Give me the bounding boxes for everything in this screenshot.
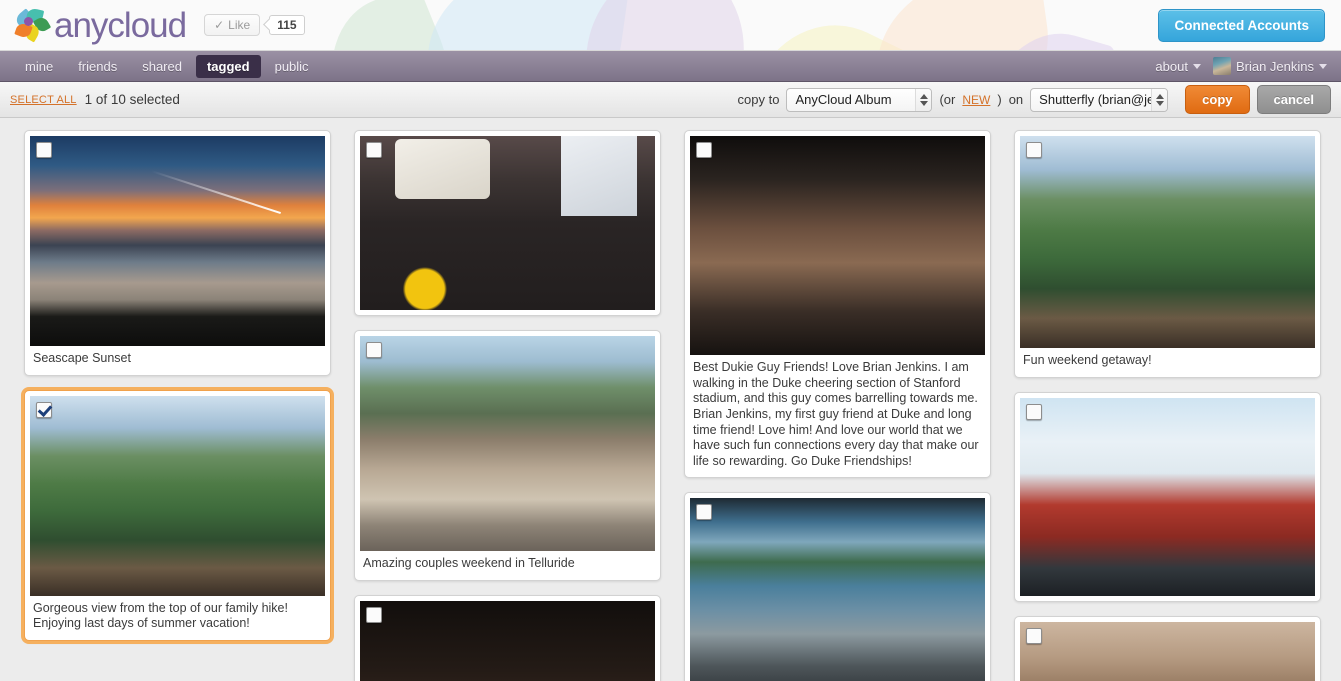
nav-item-public[interactable]: public — [264, 55, 320, 78]
service-select-value: Shutterfly (brian@jer — [1039, 92, 1152, 107]
photo-checkbox[interactable] — [696, 504, 712, 521]
card-sepia-photo[interactable] — [1014, 615, 1321, 681]
like-count-badge: 115 — [269, 15, 305, 35]
stepper-arrows-icon[interactable] — [1151, 88, 1168, 111]
photo-thumbnail[interactable] — [30, 136, 325, 346]
photo-checkbox[interactable] — [1026, 627, 1042, 644]
copy-controls: copy to AnyCloud Album (or NEW ) on Shut… — [738, 85, 1331, 114]
nav-item-tagged[interactable]: tagged — [195, 54, 261, 78]
photo-thumbnail[interactable] — [360, 600, 655, 681]
card-weekend-getaway[interactable]: Fun weekend getaway! — [1014, 130, 1321, 378]
photo-grid: Seascape Sunset Gorgeous view from the to… — [0, 118, 1341, 681]
photo-caption: Best Dukie Guy Friends! Love Brian Jenki… — [693, 360, 979, 468]
card-duke-friends[interactable]: Best Dukie Guy Friends! Love Brian Jenki… — [684, 130, 991, 479]
chevron-down-icon — [1192, 63, 1201, 69]
card-family-hike[interactable]: Gorgeous view from the top of our family… — [24, 389, 331, 641]
photo-checkbox[interactable] — [36, 142, 52, 158]
photo-checkbox[interactable] — [1026, 142, 1042, 158]
like-button[interactable]: ✓ Like — [204, 14, 261, 36]
new-album-link[interactable]: NEW — [962, 93, 990, 107]
nav-right-group: about Brian Jenkins — [1155, 57, 1327, 75]
check-icon: ✓ — [214, 18, 225, 32]
card-lake-boat[interactable] — [684, 492, 991, 681]
photo-column: Seascape Sunset Gorgeous view from the to… — [24, 130, 331, 681]
album-select-value: AnyCloud Album — [795, 92, 892, 107]
on-label: on — [1008, 92, 1024, 107]
album-select[interactable]: AnyCloud Album — [786, 87, 933, 112]
nav-item-mine[interactable]: mine — [14, 55, 64, 78]
about-menu[interactable]: about — [1155, 59, 1201, 74]
photo-thumbnail[interactable] — [1020, 136, 1315, 348]
photo-checkbox[interactable] — [366, 606, 382, 623]
app-header: anycloud ✓ Like 115 Connected Accounts — [0, 0, 1341, 51]
photo-thumbnail[interactable] — [1020, 397, 1315, 596]
or-open-paren: (or — [939, 92, 956, 107]
photo-thumbnail[interactable] — [690, 498, 985, 681]
photo-checkbox[interactable] — [696, 142, 712, 158]
card-ski-day[interactable] — [1014, 391, 1321, 602]
photo-caption: Gorgeous view from the top of our family… — [33, 600, 288, 631]
card-giants-game[interactable] — [354, 130, 661, 316]
select-all-link[interactable]: SELECT ALL — [10, 94, 77, 106]
photo-thumbnail[interactable] — [1020, 621, 1315, 681]
chevron-down-icon — [1319, 63, 1327, 69]
nav-item-friends[interactable]: friends — [67, 55, 128, 78]
service-select[interactable]: Shutterfly (brian@jer — [1030, 87, 1169, 112]
card-telluride-couples[interactable]: Amazing couples weekend in Telluride — [354, 330, 661, 581]
photo-caption: Seascape Sunset — [33, 351, 131, 365]
card-seascape-sunset[interactable]: Seascape Sunset — [24, 130, 331, 376]
or-close-paren: ) — [997, 92, 1002, 107]
photo-thumbnail[interactable] — [690, 136, 985, 355]
cancel-button[interactable]: cancel — [1256, 85, 1331, 114]
pinwheel-logo-icon — [13, 7, 52, 43]
avatar — [1212, 57, 1231, 75]
photo-checkbox[interactable] — [1026, 403, 1042, 420]
photo-thumbnail[interactable] — [360, 136, 655, 310]
selected-count-label: 1 of 10 selected — [84, 92, 180, 107]
user-menu[interactable]: Brian Jenkins — [1212, 57, 1327, 75]
nav-item-shared[interactable]: shared — [131, 55, 193, 78]
action-toolbar: SELECT ALL 1 of 10 selected copy to AnyC… — [0, 82, 1341, 118]
photo-thumbnail[interactable] — [360, 336, 655, 551]
card-patio-night[interactable] — [354, 594, 661, 681]
copy-button[interactable]: copy — [1185, 85, 1250, 114]
about-menu-label: about — [1155, 58, 1188, 74]
photo-checkbox-checked[interactable] — [36, 401, 52, 418]
photo-checkbox[interactable] — [366, 142, 382, 158]
photo-caption: Fun weekend getaway! — [1023, 353, 1152, 367]
photo-checkbox[interactable] — [366, 342, 382, 358]
photo-column: Amazing couples weekend in Telluride — [354, 130, 661, 681]
connected-accounts-button[interactable]: Connected Accounts — [1158, 8, 1325, 42]
like-widget: ✓ Like 115 — [204, 14, 305, 36]
user-menu-label: Brian Jenkins — [1235, 58, 1314, 74]
photo-column: Best Dukie Guy Friends! Love Brian Jenki… — [684, 130, 991, 681]
main-navigation: mine friends shared tagged public about … — [0, 51, 1341, 82]
photo-column: Fun weekend getaway! — [1014, 130, 1321, 681]
like-button-label: Like — [228, 18, 251, 32]
photo-caption: Amazing couples weekend in Telluride — [363, 556, 575, 570]
stepper-arrows-icon[interactable] — [915, 88, 932, 111]
app-logo-text: anycloud — [54, 5, 187, 45]
copy-to-label: copy to — [737, 92, 780, 107]
photo-thumbnail[interactable] — [30, 395, 325, 596]
